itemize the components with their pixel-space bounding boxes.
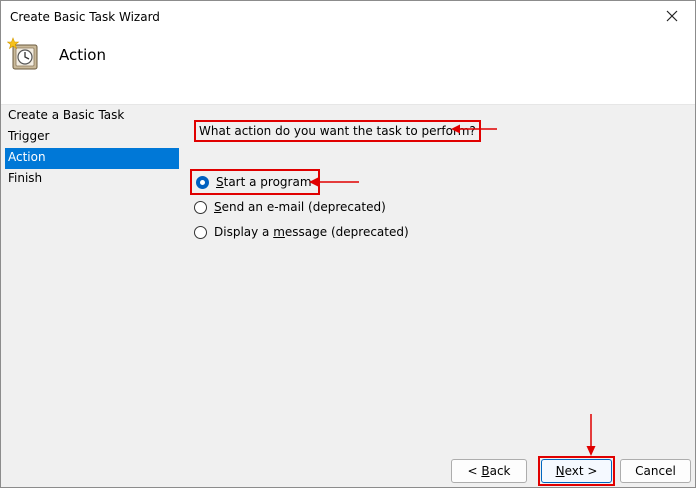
annotation-arrow-left-icon [451, 124, 497, 134]
nav-item-create-basic-task[interactable]: Create a Basic Task [5, 106, 179, 127]
action-question: What action do you want the task to perf… [194, 120, 481, 142]
annotation-arrow-left-icon [309, 177, 359, 187]
task-scheduler-clock-icon [7, 37, 38, 70]
radio-button[interactable] [194, 225, 207, 239]
nav-item-action[interactable]: Action [5, 148, 179, 169]
radio-display-message[interactable]: Display a message (deprecated) [194, 222, 409, 242]
radio-start-program[interactable]: Start a program [190, 169, 320, 195]
nav-item-label: Create a Basic Task [8, 108, 125, 122]
radio-send-email[interactable]: Send an e-mail (deprecated) [194, 197, 386, 217]
nav-item-label: Trigger [8, 129, 50, 143]
radio-button[interactable] [194, 200, 207, 214]
close-button[interactable] [649, 1, 695, 31]
nav-item-label: Action [8, 150, 46, 164]
back-button-label: < Back [467, 464, 511, 478]
back-button[interactable]: < Back [451, 459, 527, 483]
cancel-button[interactable]: Cancel [620, 459, 691, 483]
title-bar: Create Basic Task Wizard [1, 1, 695, 31]
next-button[interactable]: Next > [541, 459, 612, 483]
cancel-button-label: Cancel [635, 464, 676, 478]
radio-label-display-message: Display a message (deprecated) [214, 225, 409, 239]
wizard-window: Create Basic Task Wizard Action Create a… [0, 0, 696, 488]
nav-item-finish[interactable]: Finish [5, 169, 179, 190]
close-icon [666, 10, 678, 22]
page-title: Action [59, 46, 106, 64]
window-title: Create Basic Task Wizard [10, 10, 160, 24]
nav-item-label: Finish [8, 171, 43, 185]
radio-label-send-email: Send an e-mail (deprecated) [214, 200, 386, 214]
action-content: What action do you want the task to perf… [190, 106, 691, 446]
wizard-steps-nav: Create a Basic Task Trigger Action Finis… [5, 106, 179, 190]
nav-item-trigger[interactable]: Trigger [5, 127, 179, 148]
radio-label-start-program: Start a program [216, 175, 312, 189]
wizard-header: Action [1, 31, 695, 105]
annotation-arrow-down-icon [586, 414, 596, 456]
radio-button-checked[interactable] [196, 175, 209, 189]
next-button-label: Next > [555, 464, 598, 478]
